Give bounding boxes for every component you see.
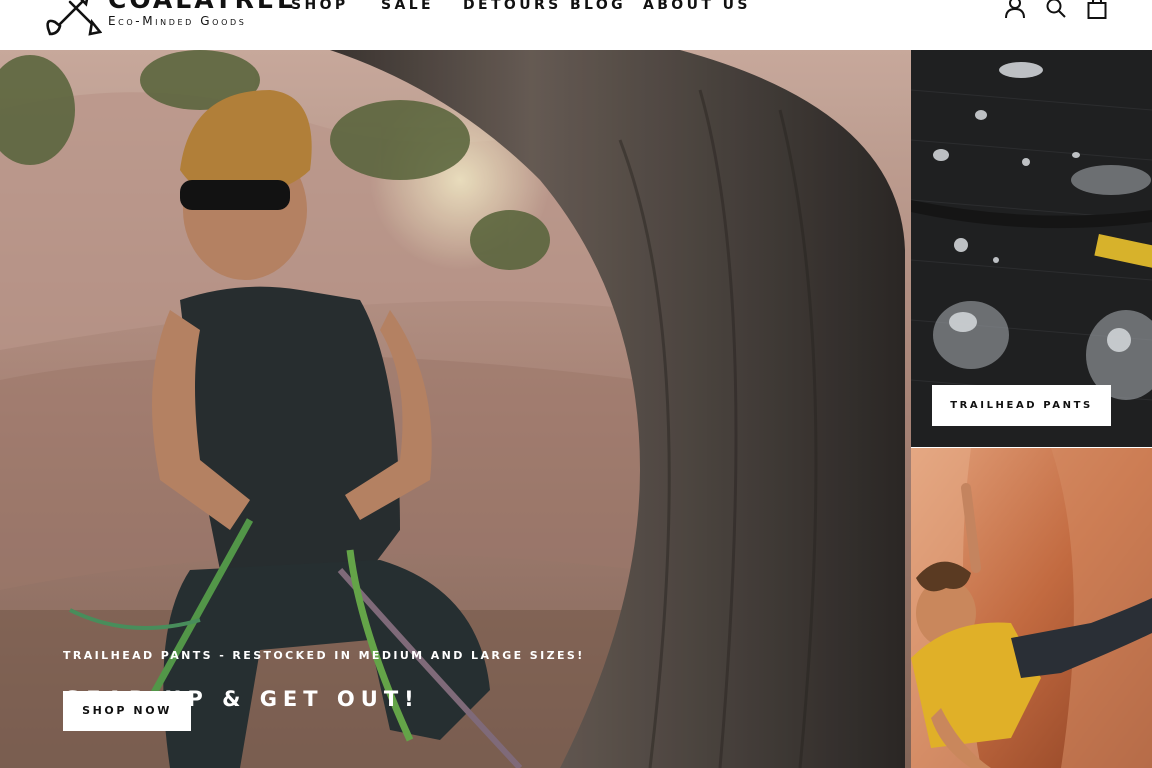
brand-text: COALATREE Eco-Minded Goods: [108, 0, 297, 28]
nav-item-about-us[interactable]: ABOUT US: [643, 0, 751, 15]
main-nav: SHOP SALE DETOURS BLOG ABOUT US: [291, 0, 751, 15]
brand-tagline: Eco-Minded Goods: [108, 14, 247, 28]
brand-name: COALATREE: [108, 0, 297, 14]
site-header: COALATREE Eco-Minded Goods SHOP SALE DET…: [0, 0, 1152, 50]
nav-item-shop[interactable]: SHOP: [291, 0, 381, 15]
nav-item-sale[interactable]: SALE: [381, 0, 463, 15]
search-icon[interactable]: [1045, 0, 1067, 20]
hero-banner[interactable]: TRAILHEAD PANTS - RESTOCKED IN MEDIUM AN…: [0, 50, 911, 768]
trailhead-pants-button[interactable]: TRAILHEAD PANTS: [932, 385, 1111, 426]
account-icon[interactable]: [1004, 0, 1026, 20]
tile-climber-photo[interactable]: [911, 448, 1152, 768]
shovel-axe-logo-icon: [46, 0, 102, 36]
shop-now-button[interactable]: SHOP NOW: [63, 691, 191, 731]
header-icons: [1004, 0, 1108, 20]
cart-icon[interactable]: [1086, 0, 1108, 20]
tile-trailhead-pants[interactable]: TRAILHEAD PANTS: [911, 50, 1152, 447]
hero-kicker: TRAILHEAD PANTS - RESTOCKED IN MEDIUM AN…: [63, 649, 585, 662]
brand-logo[interactable]: COALATREE Eco-Minded Goods: [44, 0, 297, 46]
climber-photo: [911, 448, 1152, 768]
nav-item-detours-blog[interactable]: DETOURS BLOG: [463, 0, 643, 15]
